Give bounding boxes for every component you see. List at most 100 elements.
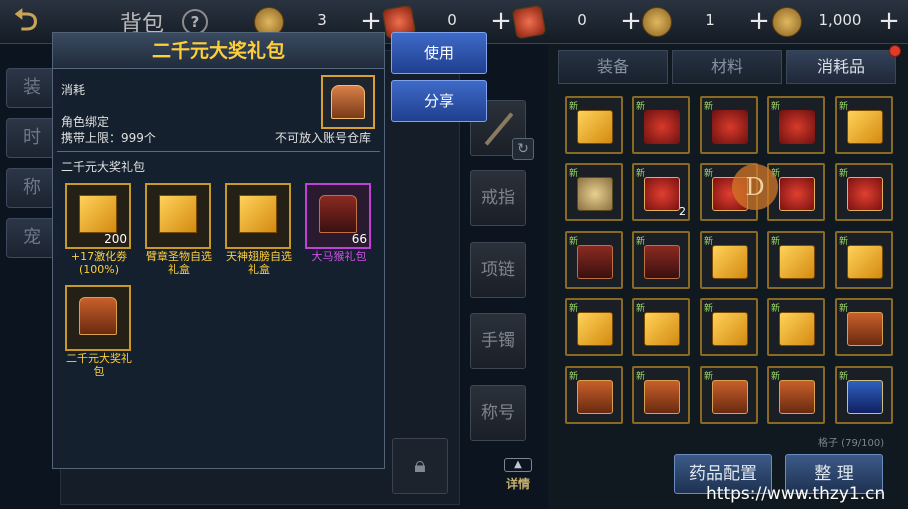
currency-value: 0	[577, 11, 587, 29]
new-badge: 新	[704, 102, 714, 112]
inventory-slot[interactable]: 新	[700, 96, 758, 154]
inventory-slot[interactable]: 新	[565, 298, 623, 356]
new-badge: 新	[839, 237, 849, 247]
notification-dot	[889, 45, 901, 57]
inventory-slot[interactable]: 新2	[632, 163, 690, 221]
new-badge: 新	[839, 102, 849, 112]
gift-box-icon	[577, 312, 613, 346]
gift-box-icon	[239, 195, 277, 233]
gift-box-icon	[712, 312, 748, 346]
left-tab[interactable]: 称	[6, 168, 58, 208]
inventory-slot[interactable]: 新	[835, 231, 893, 289]
new-badge: 新	[704, 372, 714, 382]
red-pouch-icon	[779, 177, 815, 211]
new-badge: 新	[704, 169, 714, 179]
share-button[interactable]: 分享	[391, 80, 487, 122]
left-tab[interactable]: 装	[6, 68, 58, 108]
equip-slot-necklace[interactable]: 项链	[470, 242, 526, 298]
reward-name: 天神翅膀自选礼盒	[226, 250, 292, 276]
floating-badge[interactable]: D	[732, 164, 778, 210]
inventory-slot[interactable]: 新	[835, 163, 893, 221]
inventory-slot[interactable]: 新	[565, 96, 623, 154]
equip-slot-title[interactable]: 称号	[470, 385, 526, 441]
treasure-chest-icon	[779, 380, 815, 414]
gold-token-icon	[642, 7, 672, 37]
gift-box-icon	[159, 195, 197, 233]
inventory-slot[interactable]: 新	[632, 96, 690, 154]
inventory-slot[interactable]: 新	[835, 96, 893, 154]
lock-icon[interactable]: 🔒︎	[392, 438, 448, 494]
sword-icon	[484, 112, 514, 146]
add-currency-button[interactable]: +	[618, 7, 644, 37]
new-badge: 新	[704, 304, 714, 314]
reward-item[interactable]: 臂章圣物自选礼盒	[145, 183, 217, 276]
new-badge: 新	[839, 169, 849, 179]
inventory-slot[interactable]: 新	[767, 96, 825, 154]
reward-count: 66	[351, 232, 367, 246]
new-badge: 新	[636, 102, 646, 112]
currency-value: 1	[705, 11, 715, 29]
inventory-slot[interactable]: 新	[835, 366, 893, 424]
left-tab[interactable]: 宠	[6, 218, 58, 258]
use-button[interactable]: 使用	[391, 32, 487, 74]
currency-value: 1,000	[818, 11, 862, 29]
inventory-slot[interactable]: 新	[632, 298, 690, 356]
watermark: https://www.thzy1.cn	[706, 484, 886, 504]
inventory-slot[interactable]: 新	[767, 231, 825, 289]
new-badge: 新	[569, 169, 579, 179]
refresh-icon[interactable]: ↻	[512, 138, 534, 160]
treasure-chest-icon	[331, 85, 365, 119]
equip-slot-bracelet[interactable]: 手镯	[470, 313, 526, 369]
red-chest-icon	[319, 195, 357, 233]
reward-item[interactable]: 天神翅膀自选礼盒	[225, 183, 297, 276]
red-chest-icon	[577, 245, 613, 279]
red-pouch-icon	[644, 177, 680, 211]
reward-item[interactable]: 二千元大奖礼包	[65, 285, 137, 378]
details-button[interactable]: ▲ 详情	[500, 458, 536, 498]
new-badge: 新	[771, 237, 781, 247]
inventory-slot[interactable]: 新	[767, 298, 825, 356]
treasure-chest-icon	[847, 312, 883, 346]
reward-name: 二千元大奖礼包	[66, 352, 132, 378]
gift-box-icon	[847, 245, 883, 279]
tab-equipment[interactable]: 装备	[558, 50, 668, 84]
add-currency-button[interactable]: +	[488, 7, 514, 37]
inventory-slot[interactable]: 新	[700, 298, 758, 356]
gift-box-icon	[712, 245, 748, 279]
inventory-slot[interactable]: 新	[700, 231, 758, 289]
reward-item[interactable]: 200 +17激化劵(100%)	[65, 183, 137, 276]
gift-box-icon	[577, 110, 613, 144]
tab-consumables[interactable]: 消耗品	[786, 50, 896, 84]
vase-icon	[847, 380, 883, 414]
left-tab[interactable]: 时	[6, 118, 58, 158]
reward-name: 臂章圣物自选礼盒	[146, 250, 212, 276]
gift-box-icon	[644, 312, 680, 346]
inventory-slot[interactable]: 新	[700, 366, 758, 424]
new-badge: 新	[636, 237, 646, 247]
inventory-slot[interactable]: 新	[632, 231, 690, 289]
carry-limit: 携带上限：999个	[61, 131, 156, 145]
new-badge: 新	[569, 237, 579, 247]
coin-icon	[577, 177, 613, 211]
storage-note: 不可放入账号仓库	[275, 131, 372, 145]
chevron-up-icon: ▲	[504, 458, 532, 472]
contents-label: 二千元大奖礼包	[61, 160, 146, 174]
inventory-slot[interactable]: 新	[565, 231, 623, 289]
gift-box-icon	[79, 195, 117, 233]
new-badge: 新	[839, 304, 849, 314]
treasure-chest-icon	[644, 380, 680, 414]
inventory-slot[interactable]: 新	[632, 366, 690, 424]
inventory-slot[interactable]: 新	[767, 366, 825, 424]
reward-name: 大马猴礼包	[311, 250, 367, 263]
new-badge: 新	[839, 372, 849, 382]
inventory-slot[interactable]: 新	[565, 366, 623, 424]
item-binding: 角色绑定	[61, 115, 110, 129]
add-currency-button[interactable]: +	[876, 7, 902, 37]
item-icon	[321, 75, 375, 129]
equip-slot-ring[interactable]: 戒指	[470, 170, 526, 226]
reward-item[interactable]: 66 大马猴礼包	[305, 183, 377, 263]
inventory-slot[interactable]: 新	[565, 163, 623, 221]
tab-materials[interactable]: 材料	[672, 50, 782, 84]
add-currency-button[interactable]: +	[746, 7, 772, 37]
inventory-slot[interactable]: 新	[835, 298, 893, 356]
